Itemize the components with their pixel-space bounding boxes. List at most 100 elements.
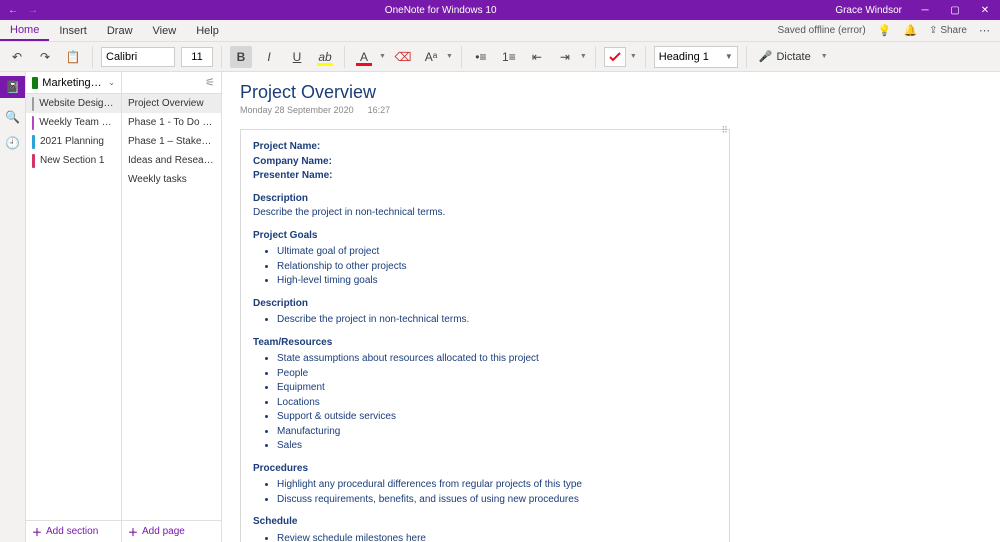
chevron-down-icon[interactable]: ▼ <box>630 53 637 60</box>
heading-style-select[interactable]: Heading 1▼ <box>654 46 738 68</box>
minimize-button[interactable]: ─ <box>910 0 940 20</box>
list-item[interactable]: High-level timing goals <box>277 274 717 289</box>
todo-tag-button[interactable] <box>604 47 626 67</box>
highlight-button[interactable]: ab <box>314 46 336 68</box>
font-name-input[interactable] <box>101 47 175 67</box>
notifications-icon[interactable]: 🔔 <box>903 24 917 37</box>
section-label: Website Design Project <box>39 98 115 109</box>
list-item[interactable]: Highlight any procedural differences fro… <box>277 478 717 493</box>
tab-help[interactable]: Help <box>186 20 229 41</box>
main-area: 📓 🔍 🕘 Marketing Team Notebook ⌄ Website … <box>0 72 1000 542</box>
maximize-button[interactable]: ▢ <box>940 0 970 20</box>
page-label: Project Overview <box>128 98 204 109</box>
field-project-name[interactable]: Project Name: <box>253 141 320 152</box>
sync-status: Saved offline (error) <box>778 25 866 36</box>
text-description[interactable]: Describe the project in non-technical te… <box>253 206 717 221</box>
tab-insert[interactable]: Insert <box>49 20 97 41</box>
section-row[interactable]: Weekly Team Meetings <box>26 113 121 132</box>
bold-button[interactable]: B <box>230 46 252 68</box>
undo-button[interactable]: ↶ <box>6 46 28 68</box>
chevron-down-icon[interactable]: ▼ <box>379 53 386 60</box>
resize-handle-icon[interactable]: ⠿ <box>721 124 729 137</box>
page-canvas[interactable]: Project Overview Monday 28 September 202… <box>222 72 1000 542</box>
notebook-picker[interactable]: Marketing Team Notebook ⌄ <box>26 72 121 94</box>
list-item[interactable]: Review schedule milestones here <box>277 532 717 542</box>
rail-notebooks-icon[interactable]: 📓 <box>0 76 25 98</box>
heading-description[interactable]: Description <box>253 192 717 207</box>
tab-home[interactable]: Home <box>0 20 49 41</box>
lightbulb-icon[interactable]: 💡 <box>878 24 892 37</box>
chevron-down-icon[interactable]: ▼ <box>446 53 453 60</box>
list-item[interactable]: Discuss requirements, benefits, and issu… <box>277 493 717 508</box>
list-item[interactable]: Locations <box>277 396 717 411</box>
page-label: Phase 1 - To Do List <box>128 117 215 128</box>
page-row[interactable]: Project Overview <box>122 94 221 113</box>
underline-button[interactable]: U <box>286 46 308 68</box>
field-company-name[interactable]: Company Name: <box>253 156 332 167</box>
pages-filter-button[interactable]: ⚟ <box>122 72 221 94</box>
page-label: Phase 1 – Stakeholder Fee... <box>128 136 215 147</box>
add-page-button[interactable]: ＋Add page <box>122 520 221 542</box>
italic-button[interactable]: I <box>258 46 280 68</box>
font-size-input[interactable] <box>181 47 213 67</box>
close-button[interactable]: ✕ <box>970 0 1000 20</box>
rail-recent-icon[interactable]: 🕘 <box>5 136 20 150</box>
dictate-button[interactable]: 🎤Dictate▼ <box>755 50 832 63</box>
user-name[interactable]: Grace Windsor <box>835 5 910 16</box>
redo-button[interactable]: ↷ <box>34 46 56 68</box>
format-painter-button[interactable]: Aᵃ <box>420 46 442 68</box>
notebook-name: Marketing Team Notebook <box>42 77 102 89</box>
bullets-button[interactable]: •≡ <box>470 46 492 68</box>
section-label: 2021 Planning <box>40 136 104 147</box>
section-row[interactable]: Website Design Project <box>26 94 121 113</box>
more-icon[interactable]: ⋯ <box>979 24 990 37</box>
heading-team[interactable]: Team/Resources <box>253 336 717 351</box>
sections-panel: Marketing Team Notebook ⌄ Website Design… <box>26 72 122 542</box>
list-item[interactable]: People <box>277 367 717 382</box>
heading-procedures[interactable]: Procedures <box>253 462 717 477</box>
list-item[interactable]: Relationship to other projects <box>277 260 717 275</box>
page-row[interactable]: Phase 1 - To Do List <box>122 113 221 132</box>
section-label: New Section 1 <box>40 155 104 166</box>
list-item[interactable]: Manufacturing <box>277 425 717 440</box>
list-item[interactable]: Describe the project in non-technical te… <box>277 313 717 328</box>
note-container[interactable]: ⠿ Project Name: Company Name: Presenter … <box>240 129 730 542</box>
page-row[interactable]: Weekly tasks <box>122 170 221 189</box>
font-color-button[interactable]: A <box>353 46 375 68</box>
clipboard-button[interactable]: 📋 <box>62 46 84 68</box>
rail-search-icon[interactable]: 🔍 <box>5 110 20 124</box>
page-row[interactable]: Ideas and Research <box>122 151 221 170</box>
add-section-button[interactable]: ＋Add section <box>26 520 121 542</box>
list-item[interactable]: Sales <box>277 439 717 454</box>
tab-draw[interactable]: Draw <box>97 20 143 41</box>
titlebar: ← → OneNote for Windows 10 Grace Windsor… <box>0 0 1000 20</box>
list-item[interactable]: Ultimate goal of project <box>277 245 717 260</box>
chevron-down-icon: ⌄ <box>108 78 115 87</box>
page-title[interactable]: Project Overview <box>240 82 982 103</box>
page-label: Ideas and Research <box>128 155 215 166</box>
section-row[interactable]: 2021 Planning <box>26 132 121 151</box>
chevron-down-icon[interactable]: ▼ <box>580 53 587 60</box>
tab-view[interactable]: View <box>143 20 187 41</box>
ribbon-tabs: Home Insert Draw View Help Saved offline… <box>0 20 1000 42</box>
outdent-button[interactable]: ⇤ <box>526 46 548 68</box>
share-button[interactable]: ⇪ Share <box>929 25 967 36</box>
clear-formatting-button[interactable]: ⌫ <box>392 46 414 68</box>
field-presenter-name[interactable]: Presenter Name: <box>253 170 332 181</box>
section-row[interactable]: New Section 1 <box>26 151 121 170</box>
nav-forward-icon[interactable]: → <box>28 5 38 16</box>
heading-description2[interactable]: Description <box>253 297 717 312</box>
list-item[interactable]: Support & outside services <box>277 410 717 425</box>
pages-panel: ⚟ Project Overview Phase 1 - To Do List Ph… <box>122 72 222 542</box>
page-time: 16:27 <box>368 105 391 115</box>
section-color-bar <box>32 116 34 130</box>
section-color-bar <box>32 97 34 111</box>
heading-goals[interactable]: Project Goals <box>253 229 717 244</box>
numbering-button[interactable]: 1≡ <box>498 46 520 68</box>
heading-schedule[interactable]: Schedule <box>253 515 717 530</box>
indent-button[interactable]: ⇥ <box>554 46 576 68</box>
list-item[interactable]: State assumptions about resources alloca… <box>277 352 717 367</box>
page-row[interactable]: Phase 1 – Stakeholder Fee... <box>122 132 221 151</box>
list-item[interactable]: Equipment <box>277 381 717 396</box>
nav-back-icon[interactable]: ← <box>8 5 18 16</box>
